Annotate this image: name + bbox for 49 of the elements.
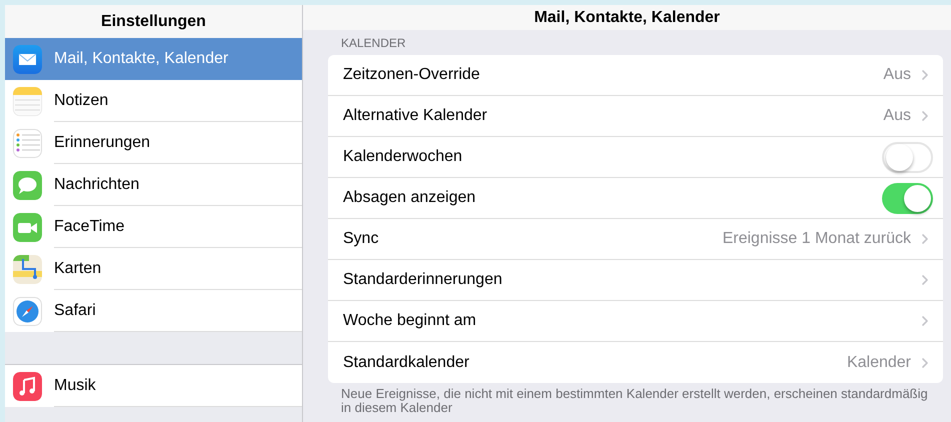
toggle-switch[interactable]: [882, 182, 933, 214]
sidebar-item-label: Karten: [54, 258, 102, 278]
compass-icon: [13, 296, 42, 326]
row-value: Kalender: [846, 352, 911, 372]
row-label: Alternative Kalender: [343, 106, 488, 126]
sidebar-item[interactable]: FaceTime: [5, 206, 302, 248]
settings-row[interactable]: Standardkalender Kalender: [328, 342, 943, 383]
sidebar-item-label: Musik: [54, 376, 96, 396]
envelope-icon: [13, 44, 42, 74]
section-header: KALENDER: [341, 36, 407, 50]
sidebar-item-label: Erinnerungen: [54, 132, 150, 152]
sidebar-item-label: Nachrichten: [54, 174, 140, 194]
sidebar-title: Einstellungen: [101, 12, 206, 32]
notepad-icon: [13, 86, 42, 116]
sidebar-item[interactable]: Notizen: [5, 80, 302, 122]
sidebar-item-label: FaceTime: [54, 216, 125, 236]
sidebar-item[interactable]: Karten: [5, 248, 302, 290]
settings-row[interactable]: Zeitzonen-Override Aus: [328, 55, 943, 96]
sidebar-item[interactable]: Musik: [5, 365, 302, 407]
settings-row[interactable]: Sync Ereignisse 1 Monat zurück: [328, 219, 943, 260]
row-label: Standardkalender: [343, 352, 470, 372]
sidebar-item-label: Notizen: [54, 90, 108, 110]
list-icon: [13, 128, 42, 158]
speech-bubble-icon: [13, 170, 42, 200]
settings-row[interactable]: Absagen anzeigen: [328, 178, 943, 219]
sidebar-item-label: Mail, Kontakte, Kalender: [54, 49, 228, 69]
row-value: Ereignisse 1 Monat zurück: [722, 229, 911, 249]
row-value: Aus: [883, 65, 911, 85]
map-icon: [13, 254, 42, 284]
music-note-icon: [13, 372, 42, 400]
footer-note: Neue Ereignisse, die nicht mit einem bestimmten Kalender erstellt werden, erscheinen standardmäßig in diesem Kalender: [341, 387, 929, 415]
settings-row[interactable]: Standarderinnerungen: [328, 260, 943, 301]
row-label: Sync: [343, 229, 380, 249]
row-label: Zeitzonen-Override: [343, 65, 481, 85]
settings-row[interactable]: Kalenderwochen: [328, 137, 943, 178]
sidebar-item[interactable]: Erinnerungen: [5, 122, 302, 164]
sidebar-item[interactable]: Safari: [5, 290, 302, 332]
settings-row[interactable]: Alternative Kalender Aus: [328, 96, 943, 137]
row-label: Absagen anzeigen: [343, 188, 477, 208]
toggle-switch[interactable]: [882, 142, 933, 172]
row-label: Kalenderwochen: [343, 147, 464, 167]
row-label: Standarderinnerungen: [343, 270, 504, 290]
row-label: Woche beginnt am: [343, 311, 478, 331]
detail-title: Mail, Kontakte, Kalender: [534, 8, 720, 28]
video-camera-icon: [13, 212, 42, 242]
settings-row[interactable]: Woche beginnt am: [328, 301, 943, 342]
sidebar-item[interactable]: Nachrichten: [5, 164, 302, 206]
sidebar-item-label: Safari: [54, 300, 96, 320]
row-value: Aus: [883, 106, 911, 126]
